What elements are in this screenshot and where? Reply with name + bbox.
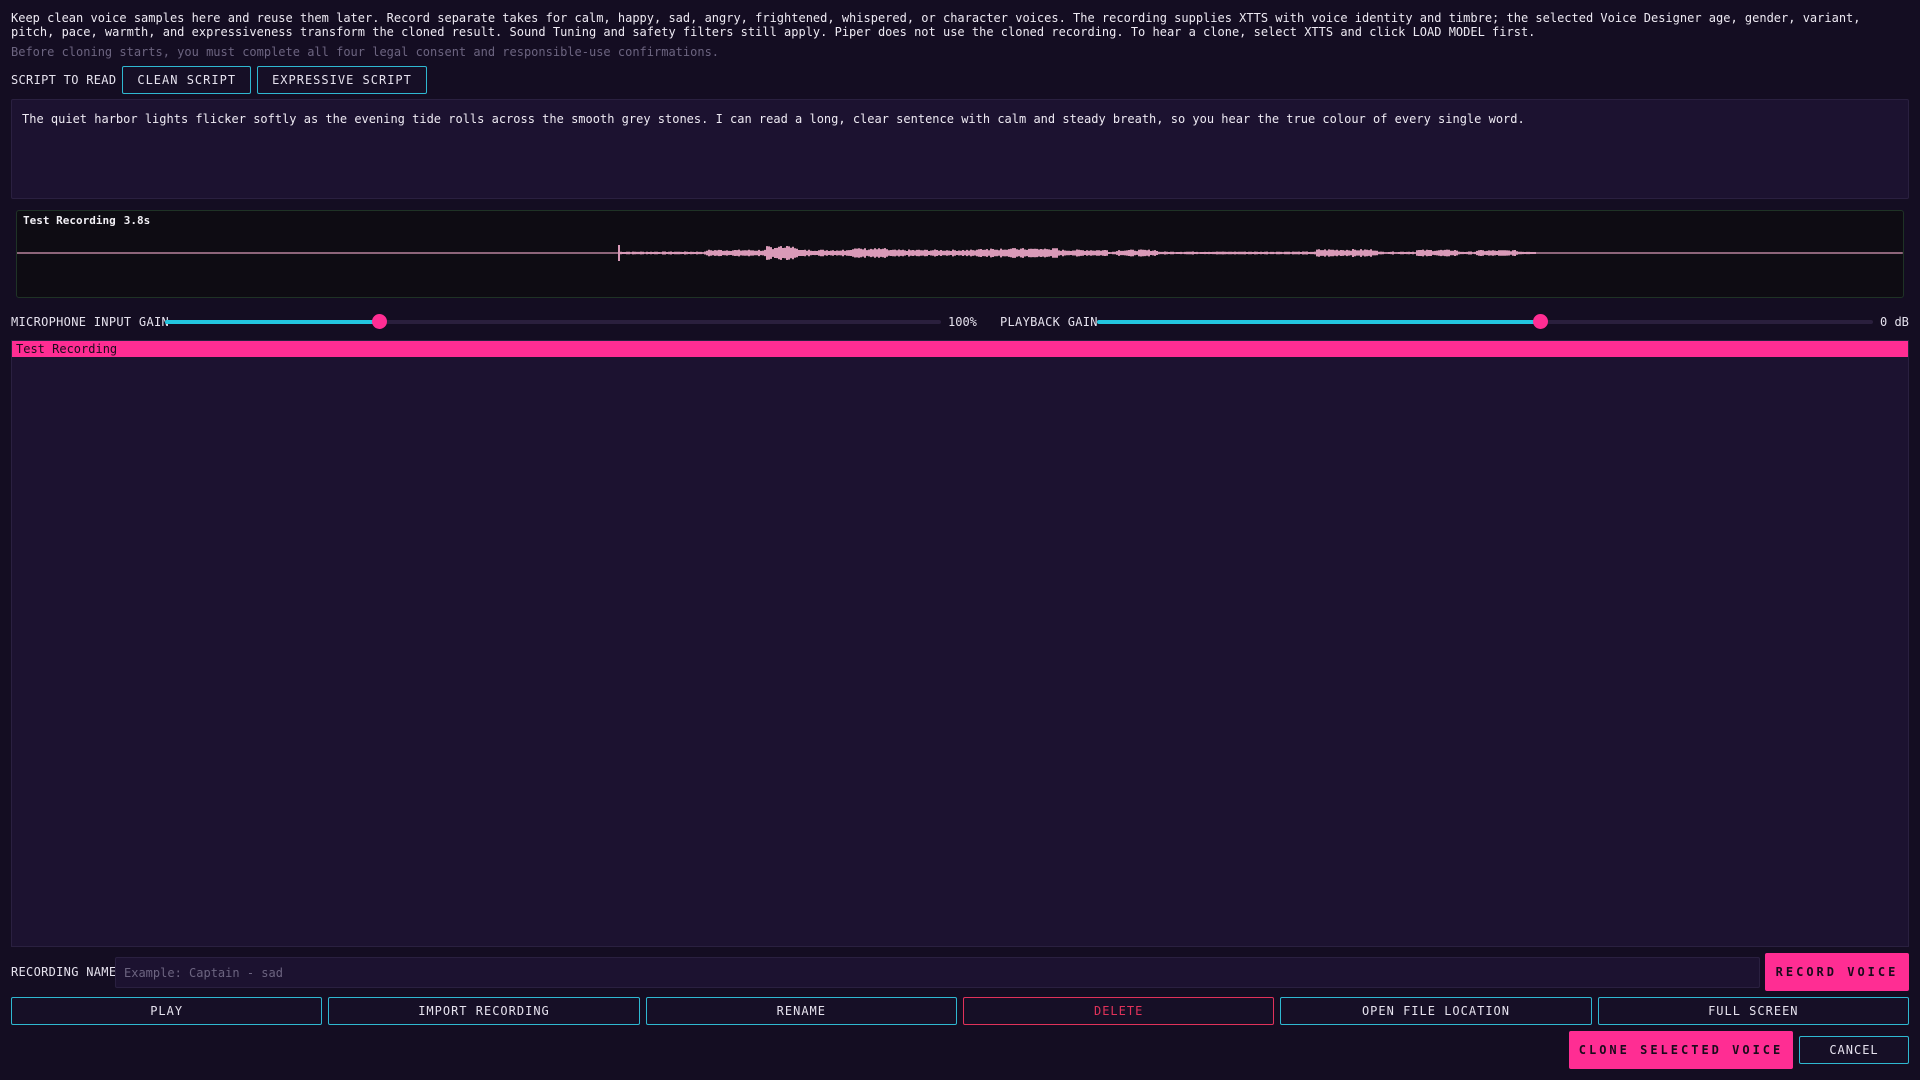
delete-button[interactable]: DELETE <box>962 997 1275 1025</box>
playback-gain-label: PLAYBACK GAIN <box>1000 315 1098 329</box>
gain-controls: MICROPHONE INPUT GAIN 100% PLAYBACK GAIN… <box>11 312 1909 332</box>
cancel-button[interactable]: CANCEL <box>1799 1036 1909 1064</box>
waveform-title: Test Recording 3.8s <box>23 214 158 227</box>
recording-name-input[interactable] <box>115 957 1760 988</box>
action-buttons: PLAY IMPORT RECORDING RENAME DELETE OPEN… <box>11 997 1909 1025</box>
list-item[interactable]: Test Recording <box>12 341 1908 357</box>
mic-gain-label: MICROPHONE INPUT GAIN <box>11 315 170 329</box>
mic-gain-handle[interactable] <box>372 314 388 329</box>
waveform-panel[interactable]: Test Recording 3.8s <box>16 210 1904 298</box>
waveform-recording-name: Test Recording <box>23 214 116 227</box>
script-label: SCRIPT TO READ <box>11 73 117 87</box>
playback-gain-value: 0 dB <box>1880 315 1909 329</box>
record-voice-button[interactable]: RECORD VOICE <box>1765 953 1909 991</box>
consent-warning: Before cloning starts, you must complete… <box>11 45 720 59</box>
clone-selected-voice-button[interactable]: CLONE SELECTED VOICE <box>1569 1031 1793 1069</box>
import-recording-button[interactable]: IMPORT RECORDING <box>328 997 640 1025</box>
mic-gain-value: 100% <box>948 315 977 329</box>
intro-description: Keep clean voice samples here and reuse … <box>11 11 1861 39</box>
waveform-samples <box>17 246 1902 260</box>
expressive-script-button[interactable]: EXPRESSIVE SCRIPT <box>257 66 427 94</box>
rename-button[interactable]: RENAME <box>645 997 957 1025</box>
recording-name-row: RECORDING NAME RECORD VOICE <box>11 953 1909 991</box>
mic-gain-slider[interactable] <box>165 314 941 329</box>
clean-script-button[interactable]: CLEAN SCRIPT <box>122 66 252 94</box>
recording-name-label: RECORDING NAME <box>11 965 117 979</box>
script-text-box: The quiet harbor lights flicker softly a… <box>11 99 1909 199</box>
waveform-display <box>17 245 1903 261</box>
playback-gain-slider[interactable] <box>1097 314 1873 329</box>
recordings-list: Test Recording <box>11 340 1909 947</box>
mic-gain-fill <box>165 320 380 324</box>
playback-gain-handle[interactable] <box>1533 314 1549 329</box>
playback-gain-fill <box>1097 320 1541 324</box>
waveform-duration: 3.8s <box>123 214 151 227</box>
play-button[interactable]: PLAY <box>11 997 323 1025</box>
full-screen-button[interactable]: FULL SCREEN <box>1597 997 1909 1025</box>
open-file-location-button[interactable]: OPEN FILE LOCATION <box>1280 997 1592 1025</box>
voice-recorder-panel: Keep clean voice samples here and reuse … <box>0 0 1920 1080</box>
script-selector-row: SCRIPT TO READ CLEAN SCRIPT EXPRESSIVE S… <box>11 66 427 94</box>
